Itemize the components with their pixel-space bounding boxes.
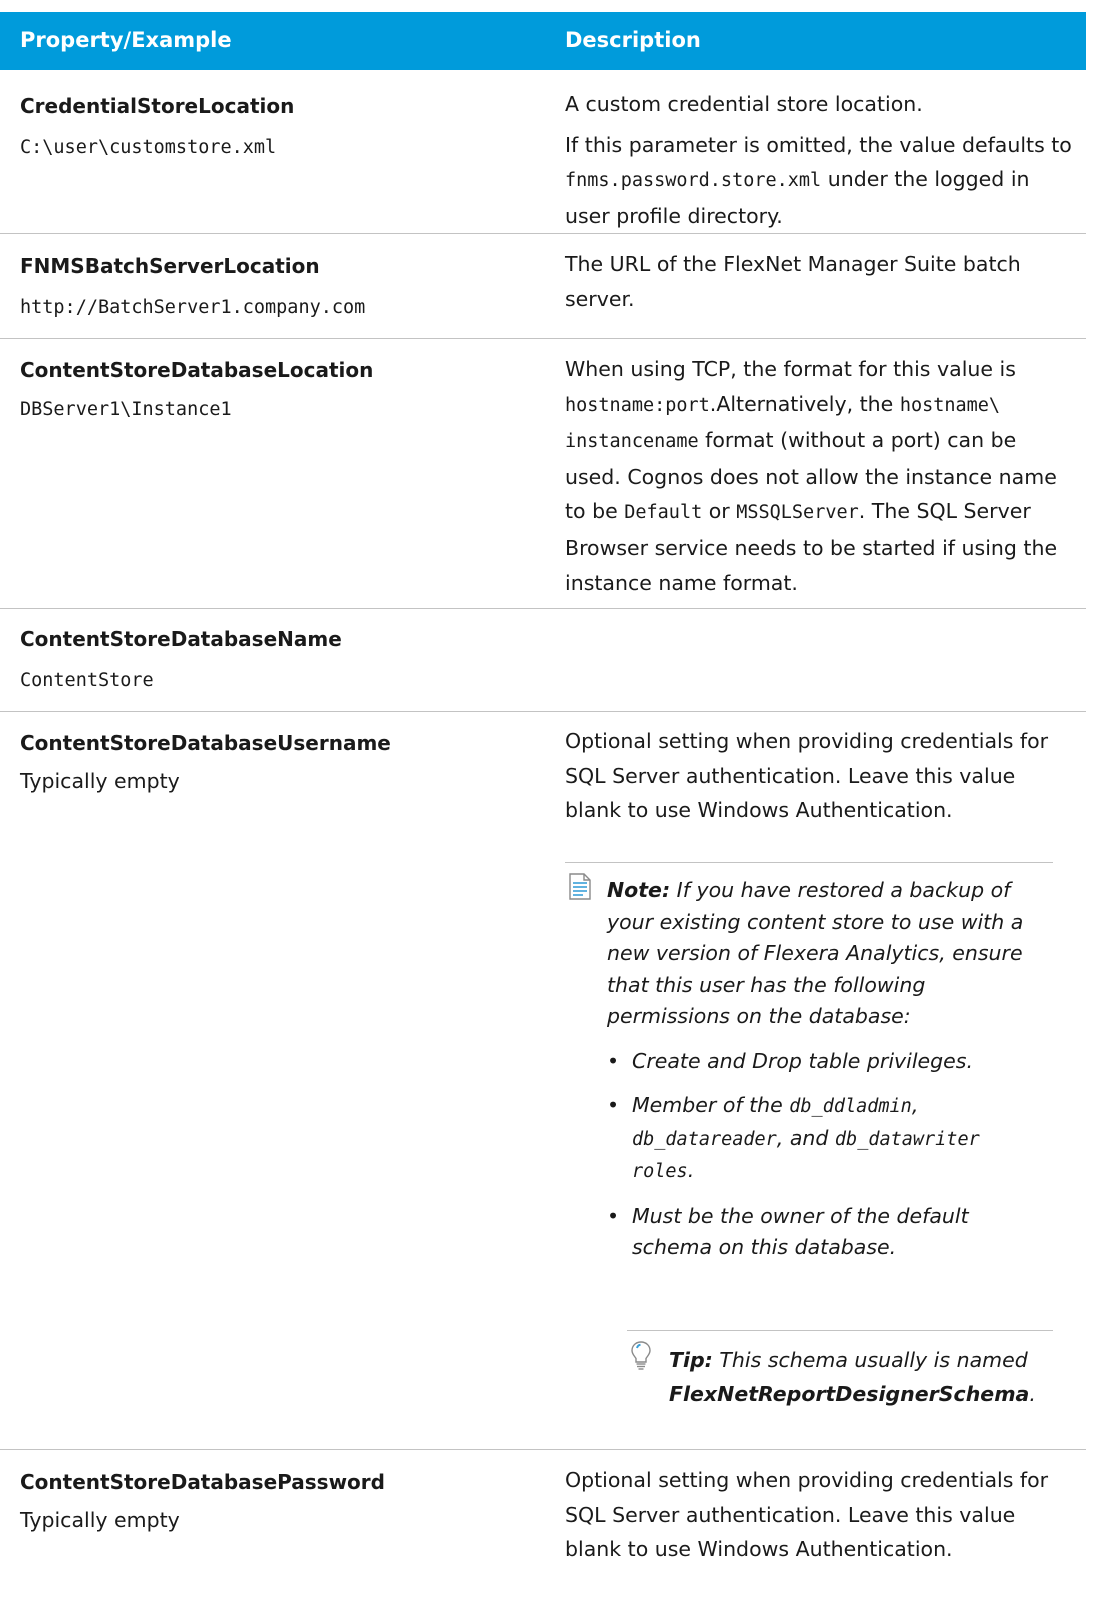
note-icon (569, 873, 591, 900)
description-paragraph: The URL of the FlexNet Manager Suite bat… (565, 252, 1021, 311)
description-paragraph: Optional setting when providing credenti… (565, 1468, 1049, 1562)
note-text: Note: If you have restored a backup of y… (607, 875, 1053, 1033)
note-box: Note: If you have restored a backup of y… (565, 862, 1053, 1264)
list-item: Member of the db_ddladmin, db_datareader… (607, 1090, 1053, 1188)
description-paragraph: A custom credential store location. (565, 92, 923, 116)
property-description: Optional setting when providing credenti… (565, 1463, 1055, 1567)
lightbulb-icon (631, 1341, 651, 1370)
table-row: FNMSBatchServerLocation http://BatchServ… (0, 234, 1086, 339)
text: When using TCP, the format for this valu… (565, 357, 1016, 381)
property-description: When using TCP, the format for this valu… (565, 352, 1075, 600)
text: , (911, 1093, 919, 1117)
property-name: ContentStoreDatabaseName (20, 627, 342, 651)
text: or (702, 499, 737, 524)
list-item: Must be the owner of the default schema … (607, 1201, 1053, 1264)
text: . (1029, 1382, 1036, 1406)
property-example: ContentStore (20, 670, 154, 691)
table-row: ContentStoreDatabaseLocation DBServer1\I… (0, 339, 1086, 609)
code-text: db_ddladmin (789, 1096, 912, 1117)
text: If you have restored a backup of your ex… (607, 878, 1024, 1028)
code-text: MSSQLServer (736, 502, 859, 524)
property-name: ContentStoreDatabaseUsername (20, 731, 391, 755)
table-row: ContentStoreDatabaseUsername Typically e… (0, 712, 1086, 1450)
property-name: ContentStoreDatabasePassword (20, 1470, 385, 1494)
property-description: A custom credential store location. If t… (565, 87, 1075, 233)
description-paragraph: When using TCP, the format for this valu… (565, 352, 1075, 600)
table-row: CredentialStoreLocation C:\user\customst… (0, 70, 1086, 234)
text: If this parameter is omitted, the value … (565, 132, 1072, 157)
note-label: Note: (607, 878, 671, 902)
property-example: Typically empty (20, 769, 180, 793)
note-bullet-list: Create and Drop table privileges. Member… (607, 1046, 1053, 1264)
text: Member of the (632, 1093, 790, 1117)
header-property-example: Property/Example (20, 28, 232, 52)
code-text: fnms.password.store.xml (565, 170, 822, 192)
property-description: The URL of the FlexNet Manager Suite bat… (565, 247, 1075, 316)
property-description: Optional setting when providing credenti… (565, 724, 1055, 828)
description-paragraph: Optional setting when providing credenti… (565, 729, 1049, 823)
list-item: Create and Drop table privileges. (607, 1046, 1053, 1078)
property-example: DBServer1\Instance1 (20, 399, 232, 420)
property-name: FNMSBatchServerLocation (20, 254, 320, 278)
code-text: db_datareader (632, 1128, 777, 1150)
tip-label: Tip: (669, 1348, 713, 1372)
text: , and (776, 1125, 835, 1150)
property-example: http://BatchServer1.company.com (20, 297, 366, 318)
property-name: ContentStoreDatabaseLocation (20, 358, 374, 382)
description-paragraph: If this parameter is omitted, the value … (565, 128, 1075, 234)
tip-box: Tip: This schema usually is named FlexNe… (627, 1330, 1053, 1411)
property-example: C:\user\customstore.xml (20, 137, 277, 158)
property-name: CredentialStoreLocation (20, 94, 295, 118)
text: . (687, 1158, 695, 1182)
code-text: Default (624, 502, 703, 524)
text: This schema usually is named (712, 1348, 1028, 1372)
schema-name: FlexNetReportDesignerSchema (669, 1382, 1030, 1406)
text: .Alternatively, the (709, 391, 900, 416)
header-description: Description (565, 28, 701, 52)
property-example: Typically empty (20, 1508, 180, 1532)
table-row: ContentStoreDatabasePassword Typically e… (0, 1450, 1086, 1610)
code-text: hostname:port (565, 394, 710, 416)
tip-text: Tip: This schema usually is named FlexNe… (669, 1343, 1053, 1411)
property-table: Property/Example Description CredentialS… (0, 12, 1086, 1610)
table-row: ContentStoreDatabaseName ContentStore (0, 609, 1086, 712)
table-header: Property/Example Description (0, 12, 1086, 70)
